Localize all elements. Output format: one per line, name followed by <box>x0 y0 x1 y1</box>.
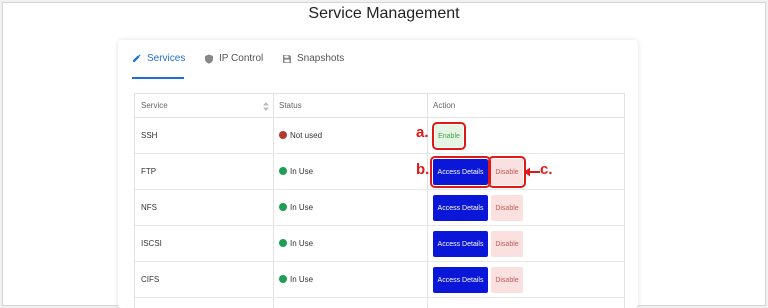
header-service-label: Service <box>141 101 168 110</box>
annotation-a: a. <box>416 124 429 141</box>
service-name: CIFS <box>141 275 160 284</box>
annotation-b: b. <box>416 161 430 178</box>
annotation-c: c. <box>540 161 553 178</box>
header-service[interactable]: Service <box>135 94 273 118</box>
service-name: FTP <box>141 167 157 176</box>
disable-button[interactable]: Disable <box>491 267 523 293</box>
services-card: Services IP Control Snapshots Service St… <box>118 40 638 308</box>
action-cell: Access Details Disable <box>273 226 626 262</box>
access-details-button[interactable]: Access Details <box>433 231 488 257</box>
table-row: SSH Not used Enable <box>135 118 624 154</box>
access-details-button[interactable]: Access Details <box>433 267 488 293</box>
service-name: ISCSI <box>141 239 162 248</box>
tab-services[interactable]: Services <box>132 53 186 79</box>
wrench-icon <box>132 54 141 63</box>
header-status: Status <box>279 101 302 110</box>
action-cell: Access Details Disable <box>273 190 626 226</box>
sort-icon[interactable] <box>263 102 269 111</box>
arrow-left-icon <box>524 167 540 177</box>
table-row: ISCSI In Use Access Details Disable <box>135 226 624 262</box>
services-table: Service Status Action SSH Not used Enabl… <box>134 93 625 308</box>
table-row: CIFS In Use Access Details Disable <box>135 262 624 298</box>
disable-button[interactable]: Disable <box>491 231 523 257</box>
header-action: Action <box>433 101 456 110</box>
tab-ip-control[interactable]: IP Control <box>204 53 263 79</box>
action-cell: Enable <box>273 118 626 154</box>
save-icon <box>283 55 291 63</box>
action-cell: Access Details Disable <box>273 154 626 190</box>
tab-snapshots[interactable]: Snapshots <box>282 53 344 79</box>
access-details-button[interactable]: Access Details <box>430 156 491 188</box>
tab-services-label: Services <box>147 53 186 64</box>
service-name: NFS <box>141 203 157 212</box>
disable-button[interactable]: Disable <box>488 156 526 188</box>
table-header: Service Status Action <box>135 94 624 118</box>
disable-button[interactable]: Disable <box>491 195 523 221</box>
action-cell: Access Details Disable <box>273 262 626 298</box>
access-details-button[interactable]: Access Details <box>433 195 488 221</box>
service-name: SSH <box>141 131 158 140</box>
tab-snapshots-label: Snapshots <box>297 53 345 64</box>
tab-ip-control-label: IP Control <box>219 53 264 64</box>
page-title: Service Management <box>308 5 460 22</box>
enable-button[interactable]: Enable <box>432 122 466 150</box>
table-row: NFS In Use Access Details Disable <box>135 190 624 226</box>
shield-icon <box>205 54 213 64</box>
